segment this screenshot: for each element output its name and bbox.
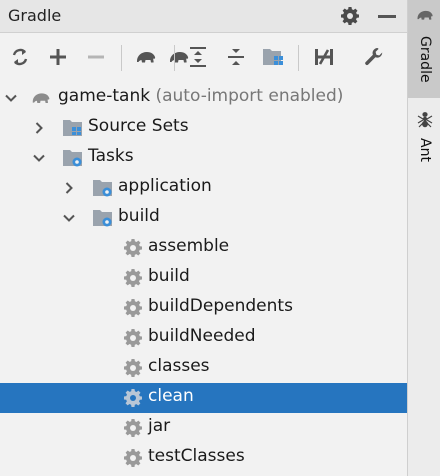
- collapse-all-icon: [228, 49, 244, 65]
- remove-project-button[interactable]: [84, 45, 108, 69]
- gear-icon: [124, 359, 142, 377]
- refresh-button[interactable]: [8, 45, 32, 69]
- minimize-button[interactable]: [378, 15, 396, 18]
- toggle-offline-button[interactable]: [312, 45, 336, 69]
- group-modules-button[interactable]: [262, 45, 286, 69]
- task-label: assemble: [148, 236, 230, 256]
- expand-all-button[interactable]: [186, 45, 210, 69]
- gear-icon: [124, 449, 142, 467]
- task-label: buildNeeded: [148, 326, 256, 346]
- tree-item-label: build: [118, 206, 160, 226]
- panel-header: Gradle: [0, 0, 407, 33]
- build-settings-button[interactable]: [362, 45, 386, 69]
- task-item-buildneeded[interactable]: buildNeeded: [0, 323, 407, 353]
- task-label: build: [148, 266, 190, 286]
- elephant-icon: [137, 52, 156, 63]
- tree-item-tasks[interactable]: Tasks: [0, 143, 407, 173]
- task-folder-icon: [63, 150, 82, 167]
- project-label: game-tank (auto-import enabled): [58, 86, 343, 106]
- expand-all-icon: [190, 47, 206, 67]
- task-item-build[interactable]: build: [0, 263, 407, 293]
- task-folder-icon: [93, 210, 112, 227]
- task-folder-icon: [93, 180, 112, 197]
- tree-item-label: application: [118, 176, 212, 196]
- tab-label: Gradle: [417, 36, 433, 83]
- tab-gradle[interactable]: Gradle: [408, 0, 440, 98]
- plus-icon: [50, 49, 66, 65]
- wrench-icon: [365, 48, 383, 66]
- settings-gear-icon[interactable]: [340, 6, 360, 26]
- right-tool-window-bar: Gradle Ant: [407, 0, 440, 476]
- tab-ant[interactable]: Ant: [408, 104, 440, 174]
- task-item-builddependents[interactable]: buildDependents: [0, 293, 407, 323]
- chevron-right-icon[interactable]: [62, 181, 76, 195]
- minus-icon: [88, 55, 104, 59]
- task-label: classes: [148, 356, 210, 376]
- tree-item-label: Tasks: [88, 146, 134, 166]
- gradle-toolbar: [0, 33, 407, 83]
- chevron-down-icon[interactable]: [32, 151, 46, 165]
- tree-item-source-sets[interactable]: Source Sets: [0, 113, 407, 143]
- task-label: testClasses: [148, 446, 245, 466]
- task-item-clean[interactable]: clean: [0, 383, 407, 413]
- task-item-jar[interactable]: jar: [0, 413, 407, 443]
- gear-icon: [124, 419, 142, 437]
- tree-item-label: Source Sets: [88, 116, 189, 136]
- toolbar-separator: [298, 45, 299, 71]
- chevron-down-icon[interactable]: [62, 211, 76, 225]
- task-label: clean: [148, 386, 194, 406]
- gradle-panel: Gradle game-tank (auto-import enabled) S…: [0, 0, 407, 476]
- project-name: game-tank: [58, 86, 151, 106]
- task-label: jar: [148, 416, 171, 436]
- tree-item-build-group[interactable]: build: [0, 203, 407, 233]
- group-modules-icon: [263, 49, 283, 65]
- tree-item-application[interactable]: application: [0, 173, 407, 203]
- project-status: (auto-import enabled): [155, 86, 344, 106]
- gear-icon: [124, 329, 142, 347]
- task-item-testclasses[interactable]: testClasses: [0, 443, 407, 473]
- task-label: buildDependents: [148, 296, 293, 316]
- add-project-button[interactable]: [46, 45, 70, 69]
- ant-icon: [417, 112, 433, 128]
- elephant-icon: [32, 93, 50, 104]
- task-item-classes[interactable]: classes: [0, 353, 407, 383]
- gear-icon: [124, 239, 142, 257]
- tab-label: Ant: [417, 138, 433, 162]
- gear-icon: [124, 389, 142, 407]
- collapse-all-button[interactable]: [224, 45, 248, 69]
- gear-icon: [124, 299, 142, 317]
- module-folder-icon: [63, 120, 82, 136]
- panel-title: Gradle: [8, 6, 62, 25]
- refresh-icon: [12, 48, 28, 66]
- execute-task-button[interactable]: [134, 45, 158, 69]
- gear-icon: [124, 269, 142, 287]
- tree-item-project[interactable]: game-tank (auto-import enabled): [0, 83, 407, 113]
- chevron-right-icon[interactable]: [32, 121, 46, 135]
- chevron-down-icon[interactable]: [4, 91, 18, 105]
- toggle-offline-icon: [315, 49, 333, 65]
- toolbar-separator: [121, 45, 122, 71]
- toolbar-separator: [174, 45, 175, 71]
- gradle-tree: game-tank (auto-import enabled) Source S…: [0, 83, 407, 476]
- task-item-assemble[interactable]: assemble: [0, 233, 407, 263]
- elephant-icon: [417, 10, 433, 20]
